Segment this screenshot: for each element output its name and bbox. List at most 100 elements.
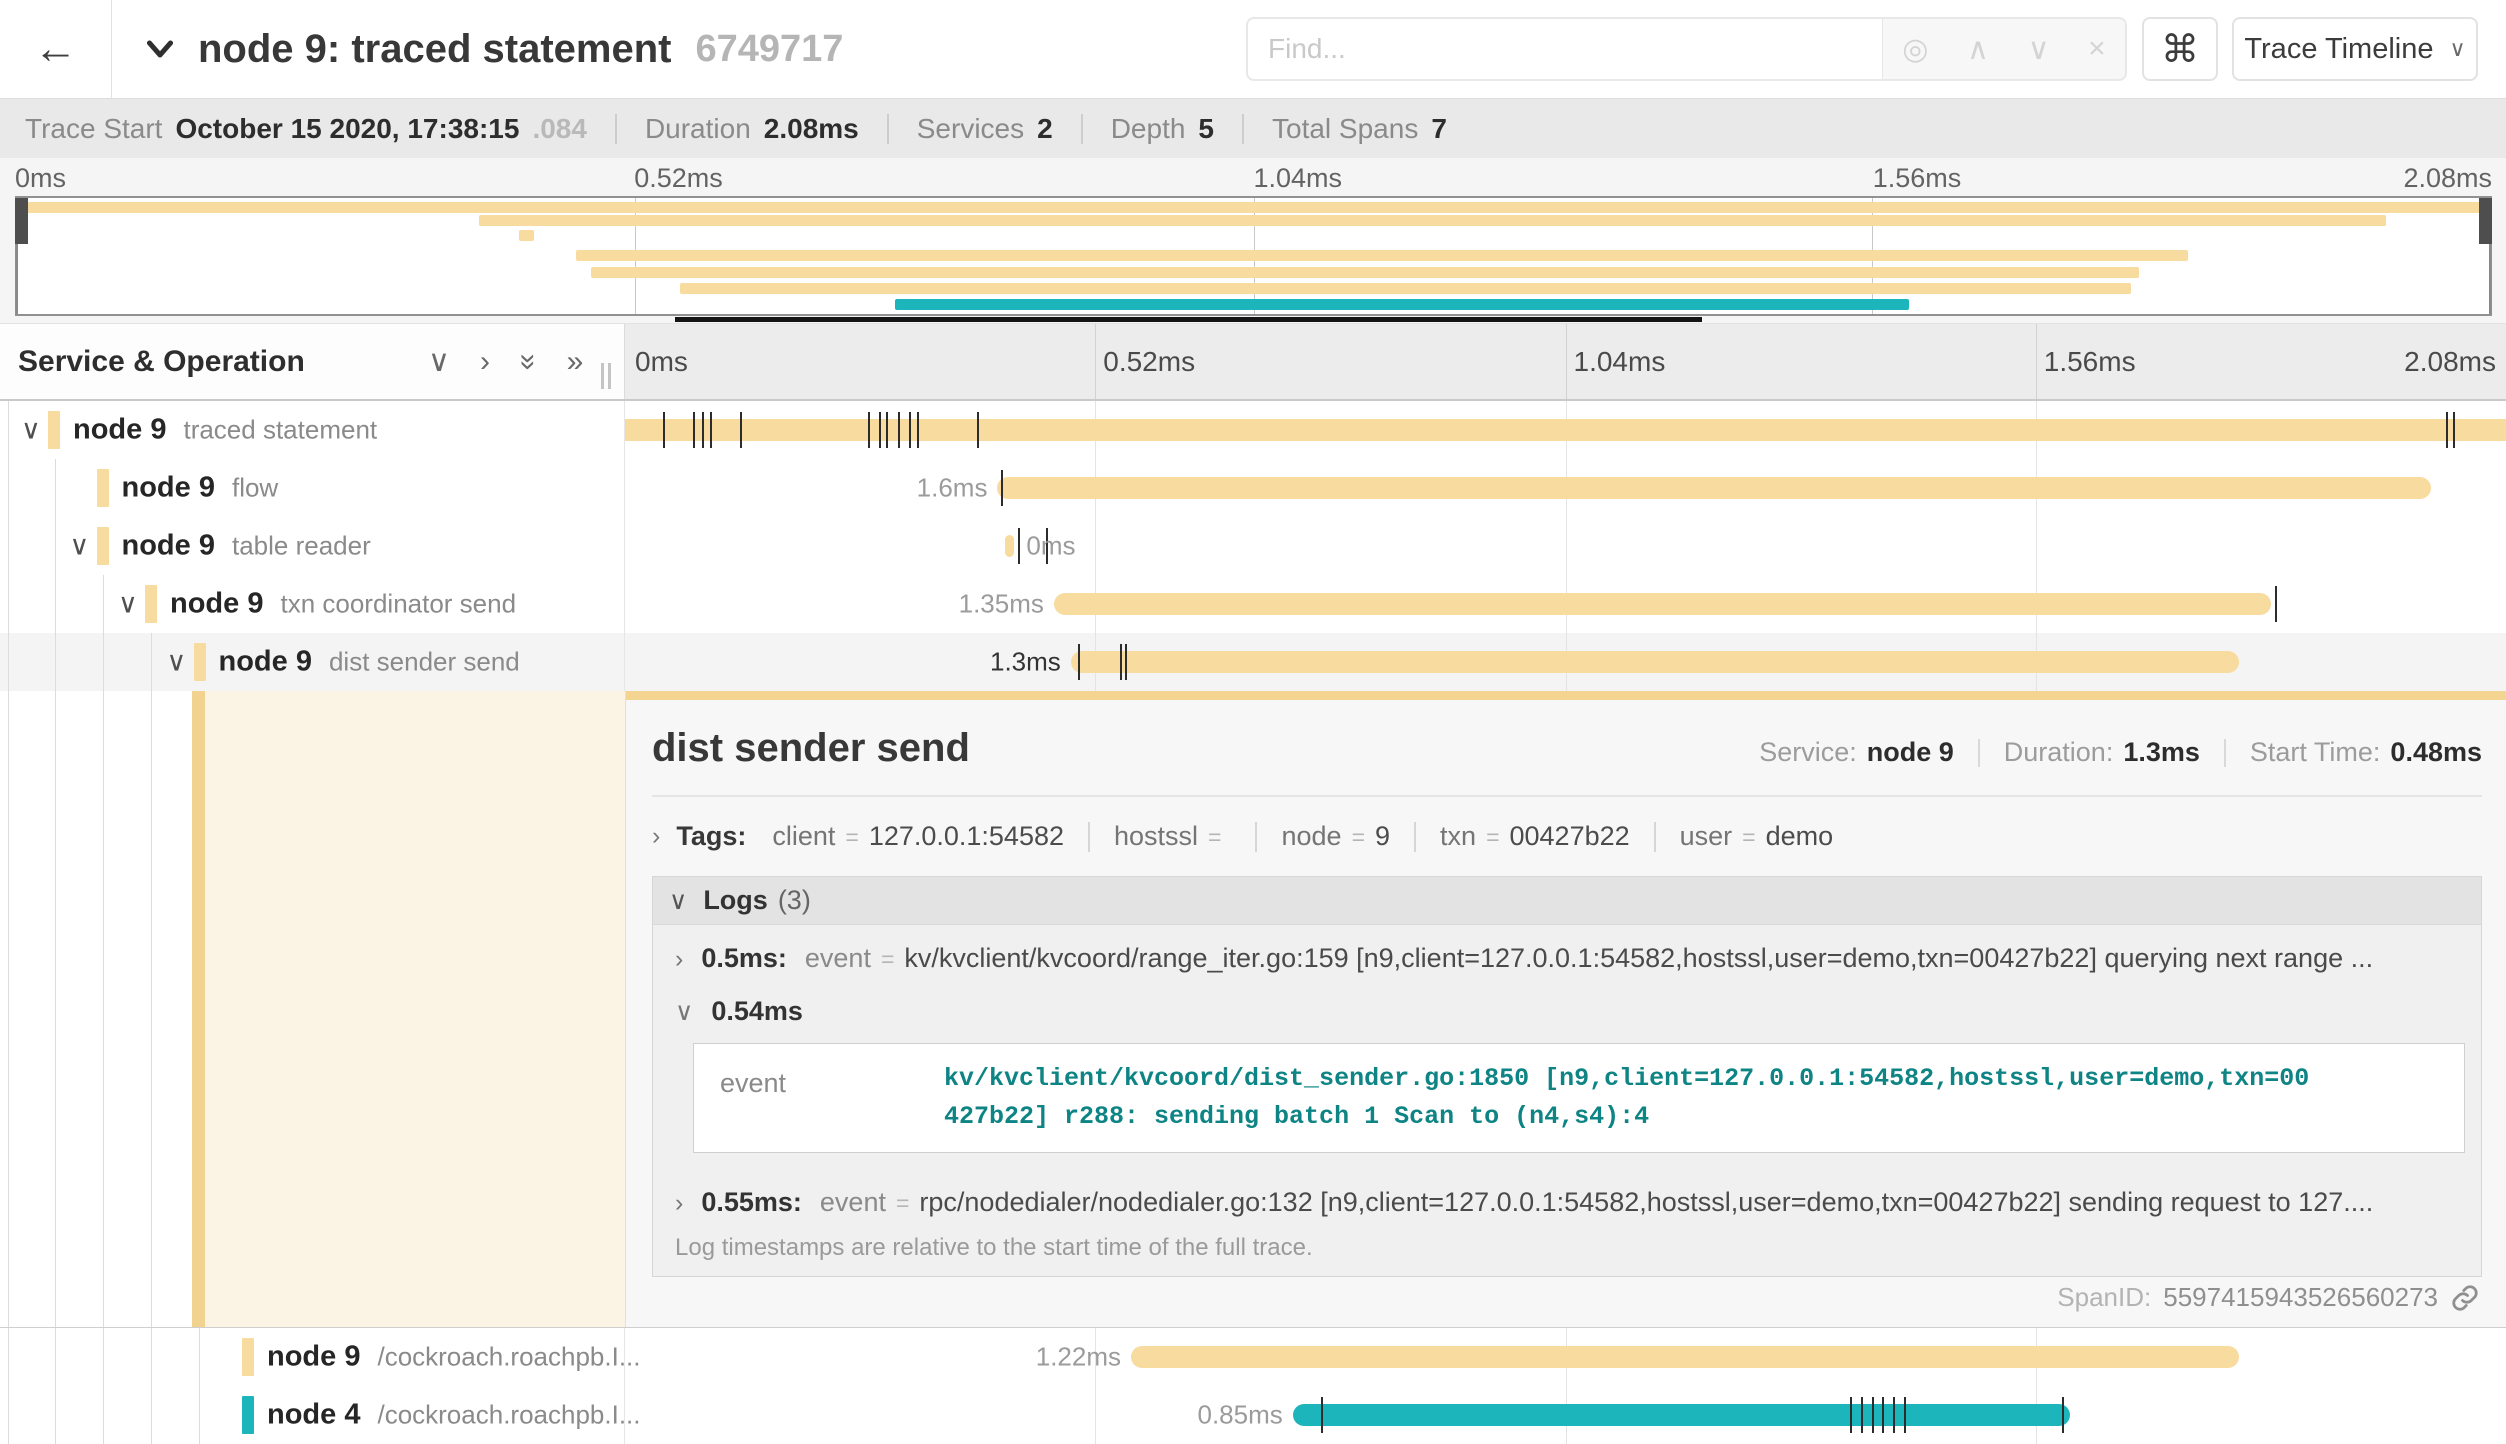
span-event-tick (2446, 412, 2448, 448)
span-duration-bar[interactable] (997, 477, 2430, 499)
tree-chevron-icon[interactable]: ∨ (118, 589, 138, 620)
span-duration-bar[interactable] (1131, 1346, 2239, 1368)
meta-label: Duration: (2004, 737, 2114, 768)
log-entry-row[interactable]: ›0.55ms:event=rpc/nodedialer/nodedialer.… (653, 1169, 2481, 1222)
expand-all-icon[interactable]: » (567, 345, 584, 379)
tag-key: txn (1440, 821, 1476, 852)
stat-label: Duration (645, 113, 751, 145)
span-detail-meta: Service:node 9Duration:1.3msStart Time:0… (1759, 737, 2482, 768)
span-name-cell[interactable]: ∨ node 9 dist sender send (0, 633, 625, 691)
service-operation-header: Service & Operation ∨ › » » (0, 324, 625, 399)
column-resize-grabber[interactable] (601, 363, 611, 389)
operation-name: dist sender send (329, 647, 520, 677)
span-row: node 9flow1.6ms (0, 459, 2506, 517)
trace-view-selector[interactable]: Trace Timeline ∨ (2232, 17, 2478, 81)
tag-value: 9 (1375, 821, 1390, 852)
keyboard-shortcuts-button[interactable]: ⌘ (2142, 17, 2218, 81)
timeline-column-headers: Service & Operation ∨ › » » 0ms0.52ms1.0… (0, 324, 2506, 401)
tree-chevron-icon[interactable]: ∨ (167, 647, 187, 678)
indent-guide (55, 459, 56, 517)
log-timestamp: 0.5ms: (701, 943, 787, 974)
expand-one-icon[interactable]: › (480, 345, 490, 379)
tags-row[interactable]: › Tags: client=127.0.0.1:54582hostssl=no… (626, 797, 2506, 852)
indent-guide (55, 633, 56, 691)
log-event-detail-box: eventkv/kvclient/kvcoord/dist_sender.go:… (693, 1043, 2465, 1153)
minimap-scrollbar[interactable] (675, 317, 1702, 322)
clear-search-icon[interactable]: × (2088, 32, 2106, 66)
tree-chevron-icon[interactable]: ∨ (70, 531, 90, 562)
link-icon[interactable] (2450, 1283, 2480, 1313)
span-name-cell[interactable]: ∨node 9traced statement (0, 401, 625, 459)
span-event-tick (898, 412, 900, 448)
span-event-tick (1018, 528, 1020, 564)
meta-separator (2224, 739, 2226, 767)
stat-item: Total Spans7 (1272, 113, 1447, 145)
logs-body: ›0.5ms:event=kv/kvclient/kvcoord/range_i… (653, 925, 2481, 1222)
span-name-cell[interactable]: ∨node 9table reader (0, 517, 625, 575)
stat-value: 7 (1431, 113, 1447, 145)
equals-sign: = (1208, 824, 1221, 851)
tree-chevron-icon[interactable]: ∨ (21, 415, 41, 446)
span-row: ∨node 9dist sender send1.3ms (0, 633, 2506, 691)
span-duration-bar[interactable] (1293, 1404, 2070, 1426)
operation-name: /cockroach.roachpb.I... (377, 1342, 640, 1372)
indent-guide (199, 1328, 200, 1386)
minimap-canvas[interactable] (15, 196, 2492, 316)
mono-line: kv/kvclient/kvcoord/dist_sender.go:1850 … (944, 1060, 2309, 1098)
collapse-one-icon[interactable]: ∨ (428, 344, 450, 379)
meta-value: 1.3ms (2123, 737, 2200, 768)
tag-item: txn = 00427b22 (1440, 821, 1630, 852)
span-event-tick (1078, 644, 1080, 680)
log-entry-row[interactable]: ›0.5ms:event=kv/kvclient/kvcoord/range_i… (653, 925, 2481, 978)
span-timeline-cell: 0ms (625, 517, 2506, 575)
find-input[interactable] (1246, 17, 1883, 81)
log-entry-row-expanded[interactable]: ∨ 0.54ms (653, 978, 2481, 1031)
indent-guide (8, 401, 9, 459)
next-result-icon[interactable]: ∨ (2028, 32, 2050, 67)
mono-line: 427b22] r288: sending batch 1 Scan to (n… (944, 1098, 2309, 1136)
tag-item: node=9 (1281, 821, 1390, 852)
chevron-down-icon: ∨ (675, 997, 693, 1027)
equals-sign: = (896, 1190, 909, 1217)
service-name: node 9 (219, 646, 312, 678)
tag-value: 00427b22 (1510, 821, 1630, 852)
back-button[interactable]: ← (0, 0, 112, 98)
indent-guide (8, 1386, 9, 1444)
tag-separator (1654, 822, 1656, 852)
span-event-tick (2275, 586, 2277, 622)
logs-title: Logs (703, 885, 768, 916)
span-duration-bar[interactable] (1054, 593, 2271, 615)
span-duration-label: 1.35ms (959, 589, 1044, 620)
stat-label: Depth (1111, 113, 1186, 145)
span-event-tick (1001, 470, 1003, 506)
locate-icon[interactable]: ◎ (1902, 32, 1928, 67)
collapse-all-icon[interactable]: » (511, 353, 545, 370)
span-duration-bar[interactable] (1005, 535, 1014, 557)
span-name-cell[interactable]: node 9/cockroach.roachpb.I... (0, 1328, 625, 1386)
service-name: node 9 (122, 472, 215, 504)
span-duration-bar[interactable] (625, 419, 2506, 441)
view-selector-label: Trace Timeline (2244, 33, 2433, 66)
span-color-bar (194, 643, 206, 681)
meta-separator (1978, 739, 1980, 767)
service-name: node 4 (267, 1399, 360, 1431)
collapse-trace-chevron-icon[interactable] (142, 31, 178, 67)
view-range-start-scrubber[interactable] (15, 198, 28, 244)
log-timestamp: 0.54ms (711, 996, 803, 1027)
span-name-cell[interactable]: ∨node 9txn coordinator send (0, 575, 625, 633)
minimap-span-bar (680, 283, 2132, 294)
equals-sign: = (1486, 824, 1499, 851)
logs-header[interactable]: ∨ Logs (3) (653, 877, 2481, 925)
equals-sign: = (845, 824, 858, 851)
span-color-bar (97, 469, 109, 507)
span-duration-bar[interactable] (1071, 651, 2239, 673)
tags-label: Tags: (676, 821, 746, 852)
span-rows: ∨node 9traced statementnode 9flow1.6ms∨n… (0, 401, 2506, 1444)
span-name-cell[interactable]: node 4/cockroach.roachpb.I... (0, 1386, 625, 1444)
span-event-tick (693, 412, 695, 448)
view-range-end-scrubber[interactable] (2479, 198, 2492, 244)
equals-sign: = (1742, 824, 1755, 851)
span-name-cell[interactable]: node 9flow (0, 459, 625, 517)
prev-result-icon[interactable]: ∧ (1967, 32, 1989, 67)
log-timestamp: 0.55ms: (701, 1187, 802, 1218)
